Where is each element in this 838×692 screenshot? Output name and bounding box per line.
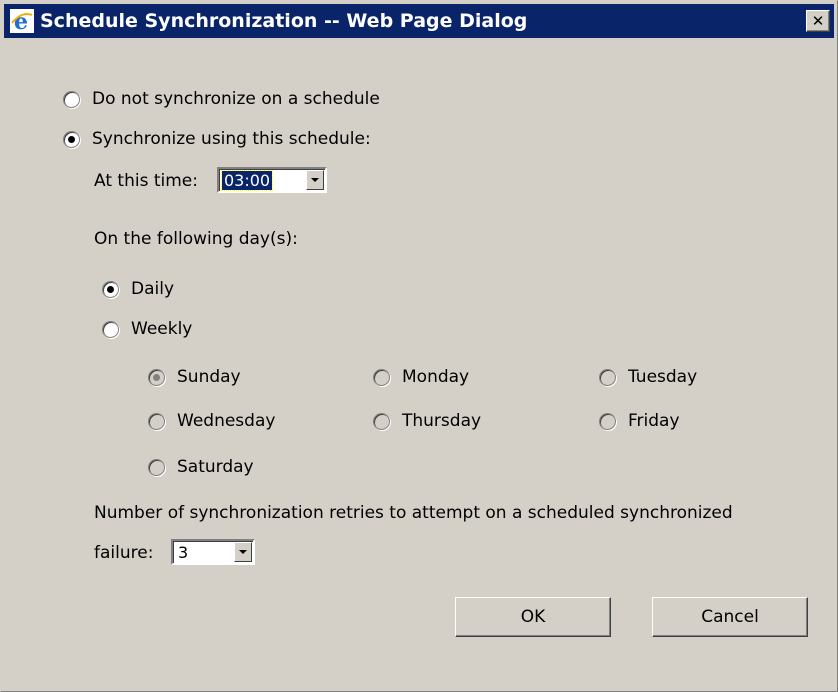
radio-button[interactable] <box>599 368 616 386</box>
time-select[interactable]: 03:00 <box>217 167 327 193</box>
svg-text:e: e <box>14 9 28 33</box>
days-label: On the following day(s): <box>94 229 298 249</box>
radio-button[interactable] <box>373 412 390 430</box>
radio-label: Saturday <box>177 457 254 477</box>
retries-select[interactable]: 3 <box>171 539 255 565</box>
cancel-button-label: Cancel <box>701 607 759 627</box>
radio-label: Daily <box>131 279 175 299</box>
radio-wednesday[interactable]: Wednesday <box>148 411 275 431</box>
time-value: 03:00 <box>220 170 274 191</box>
radio-no-schedule[interactable]: Do not synchronize on a schedule <box>63 89 380 109</box>
radio-button[interactable] <box>102 280 119 298</box>
radio-sunday[interactable]: Sunday <box>148 367 241 387</box>
radio-button[interactable] <box>102 320 119 338</box>
radio-label: Tuesday <box>628 367 698 387</box>
radio-use-schedule[interactable]: Synchronize using this schedule: <box>63 129 371 149</box>
chevron-down-icon <box>239 550 247 554</box>
radio-tuesday[interactable]: Tuesday <box>599 367 697 387</box>
radio-label: Monday <box>402 367 470 387</box>
close-icon: ✕ <box>811 11 825 30</box>
radio-weekly[interactable]: Weekly <box>102 319 192 339</box>
dialog-window: e Schedule Synchronization -- Web Page D… <box>0 0 838 692</box>
radio-label: Sunday <box>177 367 241 387</box>
radio-button[interactable] <box>148 412 165 430</box>
radio-monday[interactable]: Monday <box>373 367 469 387</box>
radio-label: Thursday <box>402 411 482 431</box>
retries-label-failure: failure: <box>94 543 154 563</box>
radio-button[interactable] <box>373 368 390 386</box>
radio-daily[interactable]: Daily <box>102 279 174 299</box>
radio-label: Wednesday <box>177 411 276 431</box>
ok-button[interactable]: OK <box>455 597 611 637</box>
dropdown-arrow-button[interactable] <box>306 170 324 190</box>
close-button[interactable]: ✕ <box>806 10 830 32</box>
radio-button[interactable] <box>63 130 80 148</box>
radio-thursday[interactable]: Thursday <box>373 411 481 431</box>
radio-button[interactable] <box>148 458 165 476</box>
radio-label: Synchronize using this schedule: <box>92 129 371 149</box>
retries-label: Number of synchronization retries to att… <box>94 503 733 523</box>
dropdown-arrow-button[interactable] <box>234 542 252 562</box>
radio-button[interactable] <box>599 412 616 430</box>
radio-label: Weekly <box>131 319 193 339</box>
retries-value: 3 <box>178 543 189 562</box>
radio-saturday[interactable]: Saturday <box>148 457 254 477</box>
window-title: Schedule Synchronization -- Web Page Dia… <box>40 10 528 32</box>
dialog-content: Do not synchronize on a schedule Synchro… <box>1 41 837 691</box>
internet-explorer-icon: e <box>10 9 34 33</box>
radio-label: Do not synchronize on a schedule <box>92 89 380 109</box>
radio-label: Friday <box>628 411 680 431</box>
radio-button[interactable] <box>148 368 165 386</box>
ok-button-label: OK <box>520 607 546 627</box>
radio-button[interactable] <box>63 90 80 108</box>
title-bar[interactable]: e Schedule Synchronization -- Web Page D… <box>4 4 834 38</box>
radio-friday[interactable]: Friday <box>599 411 680 431</box>
time-label: At this time: <box>94 171 198 191</box>
cancel-button[interactable]: Cancel <box>652 597 808 637</box>
chevron-down-icon <box>311 178 319 182</box>
